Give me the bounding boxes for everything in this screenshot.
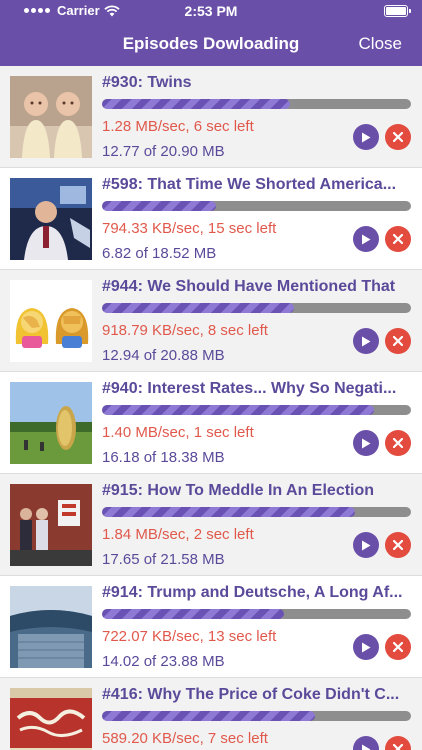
play-icon (362, 744, 371, 750)
episode-title: #416: Why The Price of Coke Didn't C... (102, 686, 400, 703)
close-icon (393, 744, 403, 750)
progress-fill (102, 711, 316, 721)
cancel-download-button[interactable] (385, 226, 411, 252)
header-bar: Carrier 2:53 PM Episodes Dowloading Clos… (0, 0, 422, 66)
download-progress-bar (102, 711, 411, 721)
deutsche-bank-photo-icon (10, 586, 92, 668)
download-size: 14.02 of 23.88 MB (102, 653, 225, 670)
episode-title: #598: That Time We Shorted America... (102, 176, 397, 193)
episode-row: #416: Why The Price of Coke Didn't C... … (0, 678, 422, 750)
coin-thumbnail (10, 382, 92, 464)
episode-row: #944: We Should Have Mentioned That 918.… (0, 270, 422, 372)
progress-fill (102, 201, 217, 211)
download-speed: 918.79 KB/sec, 8 sec left (102, 322, 268, 339)
download-speed: 1.28 MB/sec, 6 sec left (102, 118, 254, 135)
voting-photo-icon (10, 484, 92, 566)
play-button[interactable] (353, 124, 379, 150)
status-time: 2:53 PM (184, 3, 238, 19)
download-progress-bar (102, 507, 411, 517)
episode-row: #930: Twins 1.28 MB/sec, 6 sec left 12.7… (0, 66, 422, 168)
close-button[interactable]: Close (359, 34, 402, 54)
play-icon (362, 336, 371, 346)
progress-fill (102, 507, 356, 517)
episode-title: #940: Interest Rates... Why So Negati... (102, 380, 397, 397)
close-icon (393, 438, 403, 448)
episode-row: #914: Trump and Deutsche, A Long Af... 7… (0, 576, 422, 678)
episode-row: #940: Interest Rates... Why So Negati...… (0, 372, 422, 474)
cancel-download-button[interactable] (385, 328, 411, 354)
episode-row: #598: That Time We Shorted America... 79… (0, 168, 422, 270)
close-icon (393, 234, 403, 244)
cancel-download-button[interactable] (385, 532, 411, 558)
download-size: 12.94 of 20.88 MB (102, 347, 225, 364)
episode-title: #914: Trump and Deutsche, A Long Af... (102, 584, 403, 601)
progress-fill (102, 99, 291, 109)
download-progress-bar (102, 99, 411, 109)
close-icon (393, 540, 403, 550)
battery-icon (384, 5, 411, 17)
close-icon (393, 642, 403, 652)
download-progress-bar (102, 303, 411, 313)
cancel-download-button[interactable] (385, 124, 411, 150)
twins-thumbnail (10, 76, 92, 158)
download-size: 12.77 of 20.90 MB (102, 143, 225, 160)
play-icon (362, 540, 371, 550)
episode-list: #930: Twins 1.28 MB/sec, 6 sec left 12.7… (0, 66, 422, 750)
play-button[interactable] (353, 226, 379, 252)
facepalm-emoji-icon (10, 280, 92, 362)
progress-fill (102, 609, 285, 619)
episode-title: #915: How To Meddle In An Election (102, 482, 375, 499)
play-icon (362, 642, 371, 652)
status-bar: Carrier 2:53 PM (0, 0, 422, 22)
cancel-download-button[interactable] (385, 736, 411, 750)
download-speed: 794.33 KB/sec, 15 sec left (102, 220, 277, 237)
episode-row: #915: How To Meddle In An Election 1.84 … (0, 474, 422, 576)
download-size: 16.18 of 18.38 MB (102, 449, 225, 466)
download-progress-bar (102, 405, 411, 415)
play-button[interactable] (353, 736, 379, 750)
coin-sculpture-photo-icon (10, 382, 92, 464)
download-speed: 1.40 MB/sec, 1 sec left (102, 424, 254, 441)
play-button[interactable] (353, 430, 379, 456)
play-button[interactable] (353, 328, 379, 354)
download-progress-bar (102, 609, 411, 619)
cancel-download-button[interactable] (385, 430, 411, 456)
deutsche-bank-thumbnail (10, 586, 92, 668)
download-size: 17.65 of 21.58 MB (102, 551, 225, 568)
play-icon (362, 132, 371, 142)
facepalm-thumbnail (10, 280, 92, 362)
coca-cola-thumbnail (10, 688, 92, 750)
progress-fill (102, 303, 294, 313)
download-speed: 1.84 MB/sec, 2 sec left (102, 526, 254, 543)
progress-fill (102, 405, 374, 415)
close-icon (393, 336, 403, 346)
trader-photo-icon (10, 178, 92, 260)
download-progress-bar (102, 201, 411, 211)
play-button[interactable] (353, 532, 379, 558)
twins-photo-icon (10, 76, 92, 158)
close-icon (393, 132, 403, 142)
download-size: 6.82 of 18.52 MB (102, 245, 217, 262)
coca-cola-sign-photo-icon (10, 688, 92, 750)
download-speed: 722.07 KB/sec, 13 sec left (102, 628, 277, 645)
episode-title: #944: We Should Have Mentioned That (102, 278, 396, 295)
play-icon (362, 234, 371, 244)
download-speed: 589.20 KB/sec, 7 sec left (102, 730, 268, 747)
play-icon (362, 438, 371, 448)
play-button[interactable] (353, 634, 379, 660)
cancel-download-button[interactable] (385, 634, 411, 660)
episode-title: #930: Twins (102, 74, 192, 91)
trader-thumbnail (10, 178, 92, 260)
election-thumbnail (10, 484, 92, 566)
